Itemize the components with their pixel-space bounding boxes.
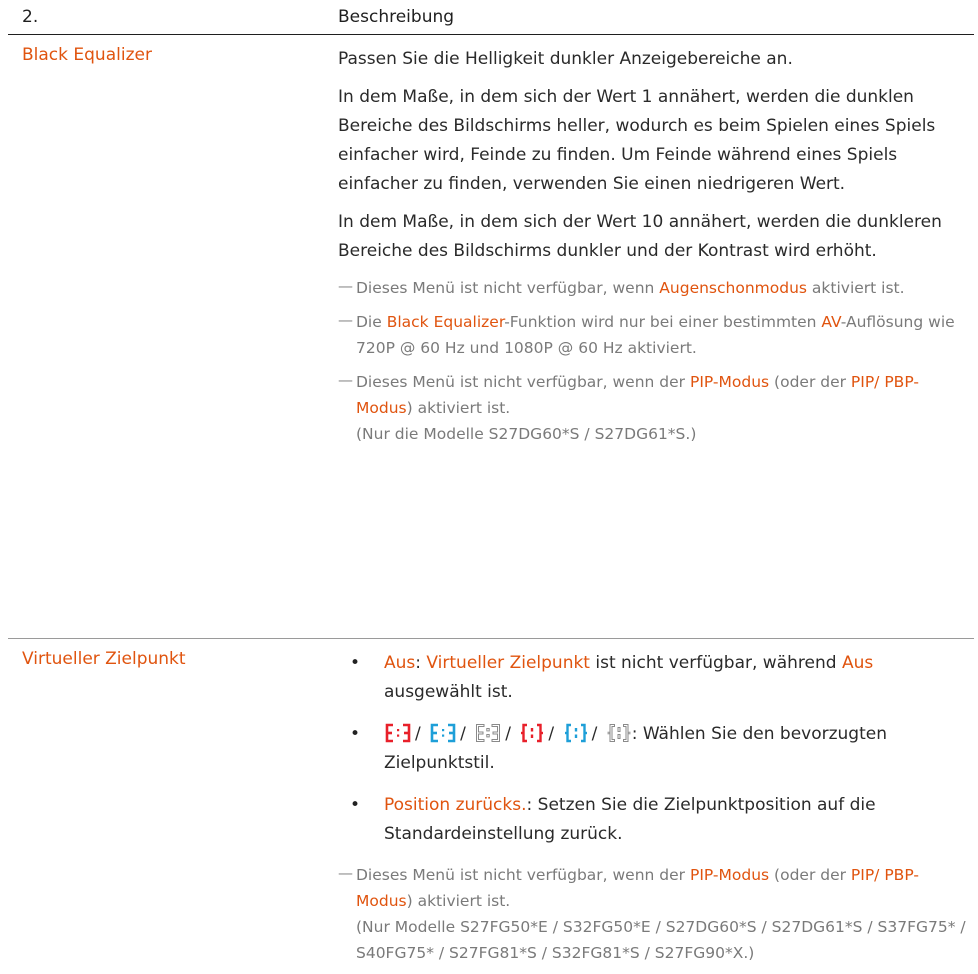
crosshair-style-5-icon bbox=[564, 723, 587, 743]
crosshair-style-4-icon bbox=[521, 723, 544, 743]
description-black-equalizer: Passen Sie die Helligkeit dunkler Anzeig… bbox=[338, 45, 966, 455]
list-item-styles: • / / / / /: Wählen Sie den bevorzugten… bbox=[338, 720, 966, 778]
note-models: (Nur die Modelle S27DG60*S / S27DG61*S.) bbox=[356, 425, 697, 443]
table-header: 2. Beschreibung bbox=[8, 0, 974, 35]
bullet-icon: • bbox=[350, 724, 361, 744]
term-virtual-aim-point: Virtueller Zielpunkt bbox=[22, 649, 186, 669]
note-models: (Nur Modelle S27FG50*E / S32FG50*E / S27… bbox=[356, 918, 966, 962]
crosshair-style-3-icon bbox=[476, 724, 501, 742]
note-pip-mode: — Dieses Menü ist nicht verfügbar, wenn d… bbox=[338, 369, 966, 447]
term-black-equalizer: Black Equalizer bbox=[22, 45, 152, 65]
note-eye-saver: — Dieses Menü ist nicht verfügbar, wenn A… bbox=[338, 275, 966, 301]
crosshair-style-6-icon bbox=[607, 724, 631, 742]
note-pip-mode-2: — Dieses Menü ist nicht verfügbar, wenn d… bbox=[338, 862, 966, 966]
header-description: Beschreibung bbox=[338, 7, 455, 27]
list-item-off: • Aus: Virtueller Zielpunkt ist nicht ver… bbox=[338, 649, 966, 707]
bullet-icon: • bbox=[350, 653, 361, 673]
list-item-reset-position: • Position zurücks.: Setzen Sie die Zielp… bbox=[338, 791, 966, 849]
crosshair-style-1-icon bbox=[385, 723, 411, 743]
settings-table: 2. Beschreibung Black Equalizer Passen S… bbox=[8, 0, 974, 962]
crosshair-style-2-icon bbox=[430, 723, 456, 743]
table-row-black-equalizer: Black Equalizer Passen Sie die Helligkei… bbox=[8, 35, 974, 639]
note-dash-icon: — bbox=[338, 311, 353, 329]
table-row-virtual-aim-point: Virtueller Zielpunkt • Aus: Virtueller Zi… bbox=[8, 639, 974, 962]
note-black-equalizer-av: — Die Black Equalizer-Funktion wird nur b… bbox=[338, 309, 966, 361]
note-dash-icon: — bbox=[338, 371, 353, 389]
paragraph-intro: Passen Sie die Helligkeit dunkler Anzeig… bbox=[338, 49, 793, 69]
note-dash-icon: — bbox=[338, 277, 353, 295]
paragraph-value-10: In dem Maße, in dem sich der Wert 10 ann… bbox=[338, 212, 942, 261]
paragraph-value-1: In dem Maße, in dem sich der Wert 1 annä… bbox=[338, 87, 936, 194]
description-virtual-aim-point: • Aus: Virtueller Zielpunkt ist nicht ver… bbox=[338, 649, 966, 974]
bullet-icon: • bbox=[350, 795, 361, 815]
note-dash-icon: — bbox=[338, 864, 353, 882]
header-number: 2. bbox=[22, 7, 39, 27]
